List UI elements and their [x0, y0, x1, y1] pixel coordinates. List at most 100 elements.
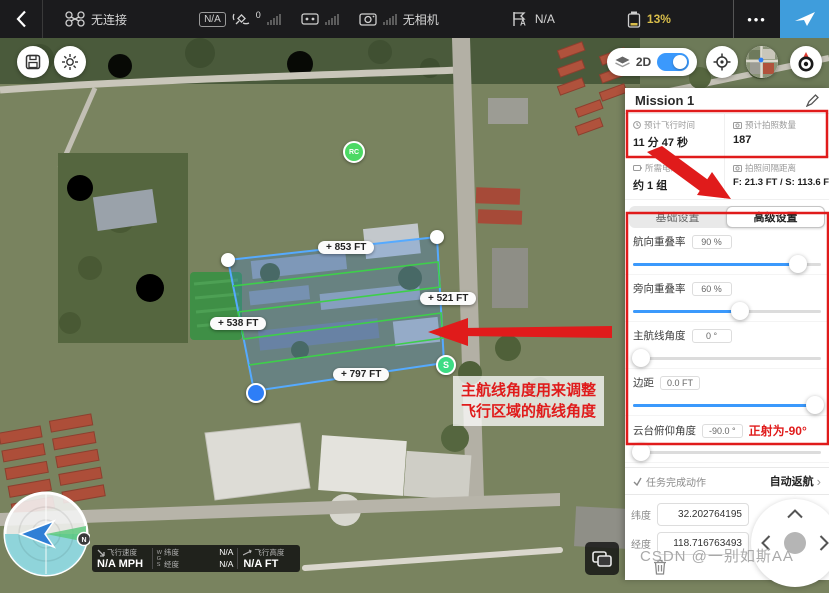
save-mission-button[interactable] — [17, 46, 49, 78]
edge-distance-label-bottom[interactable]: + 797 FT — [333, 368, 389, 381]
gps-satellite-count: 0 — [256, 10, 261, 20]
stat-flight-time: 预计飞行时间 11 分 47 秒 — [625, 114, 725, 157]
rc-signal-bars — [325, 13, 339, 25]
telemetry-lat-value: N/A — [219, 547, 233, 558]
satellite-icon — [232, 11, 250, 27]
map-mode-pill: 2D — [607, 48, 697, 76]
route-angle-slider[interactable] — [633, 349, 821, 367]
save-icon — [25, 54, 41, 70]
margin-value[interactable]: 0.0 FT — [660, 376, 700, 390]
map-layer-switch-button[interactable] — [585, 542, 619, 575]
photo-count-icon — [733, 121, 742, 129]
rc-marker-label: RC — [349, 149, 359, 156]
setting-course-overlap: 航向重叠率 90 % — [625, 228, 829, 275]
stat-battery-count: 所需电池数 约 1 组 — [625, 157, 725, 200]
north-badge: N — [81, 537, 86, 544]
nudge-up-button[interactable] — [786, 509, 804, 519]
margin-slider[interactable] — [633, 396, 821, 414]
drone-icon — [65, 11, 85, 27]
speed-arrow-icon — [97, 549, 105, 557]
annotation-line1: 主航线角度用来调整 — [461, 380, 596, 401]
camera-status: 无相机 — [403, 11, 439, 28]
mission-settings-button[interactable] — [54, 46, 86, 78]
crosshair-icon — [713, 53, 731, 71]
telemetry-speed: 飞行速度 N/A MPH — [92, 545, 152, 572]
latitude-field[interactable]: 32.202764195 — [657, 503, 749, 526]
slider-thumb[interactable] — [731, 302, 749, 320]
gear-icon — [61, 53, 79, 71]
slider-thumb[interactable] — [632, 443, 650, 461]
start-marker-label: S — [443, 360, 449, 370]
chevron-right-icon: › — [817, 474, 821, 489]
battery-icon — [627, 11, 641, 28]
gimbal-pitch-slider[interactable] — [633, 443, 821, 461]
slider-thumb[interactable] — [806, 396, 824, 414]
battery-percentage: 13% — [647, 12, 671, 26]
nudge-right-button[interactable] — [819, 534, 829, 552]
gimbal-annotation: 正射为-90° — [749, 422, 807, 439]
camera-signal-bars — [383, 13, 397, 25]
polygon-handle-bottom-left[interactable] — [246, 383, 266, 403]
edge-distance-label-right[interactable]: + 521 FT — [420, 292, 476, 305]
stat-photo-count: 预计拍照数量 187 — [725, 114, 829, 157]
annotation-line2: 飞行区域的航线角度 — [461, 401, 596, 422]
photo-interval-icon — [733, 164, 742, 172]
battery-count-icon — [633, 164, 642, 172]
wgs-s: S — [157, 562, 162, 568]
back-button[interactable] — [0, 0, 43, 38]
edit-pencil-icon[interactable] — [806, 94, 819, 107]
stat-flight-time-value: 11 分 47 秒 — [633, 134, 718, 150]
finish-action-row[interactable]: 任务完成动作 自动返航 › — [625, 467, 829, 495]
course-overlap-slider[interactable] — [633, 255, 821, 273]
setting-margin: 边距 0.0 FT — [625, 369, 829, 416]
setting-route-angle: 主航线角度 0 ° — [625, 322, 829, 369]
altitude-value: N/A FT — [243, 558, 295, 570]
locate-button[interactable] — [706, 46, 738, 78]
margin-label: 边距 — [633, 375, 654, 390]
course-overlap-value[interactable]: 90 % — [692, 235, 732, 249]
gimbal-pitch-label: 云台俯仰角度 — [633, 423, 696, 438]
coordinates-section: 纬度 32.202764195 经度 118.716763493 — [625, 495, 829, 593]
top-status-bar: 无连接 N/A 0 无相机 — [0, 0, 829, 38]
edge-distance-label-left[interactable]: + 538 FT — [210, 317, 266, 330]
polygon-handle-top-left[interactable] — [221, 253, 235, 267]
stat-photo-count-label: 预计拍照数量 — [745, 119, 796, 131]
finish-action-label: 任务完成动作 — [646, 474, 706, 489]
takeoff-plane-icon — [794, 9, 816, 29]
map-layers-icon — [592, 551, 612, 567]
side-overlap-slider[interactable] — [633, 302, 821, 320]
tab-advanced-settings[interactable]: 高级设置 — [726, 206, 825, 228]
more-options-button[interactable]: ••• — [733, 0, 780, 38]
route-start-marker: S — [436, 355, 456, 375]
tab-basic-settings[interactable]: 基础设置 — [629, 206, 726, 228]
point-nudge-dpad — [751, 499, 829, 587]
stat-photo-interval-label: 拍照间隔距离 — [745, 162, 796, 174]
clock-icon — [633, 121, 641, 129]
route-angle-label: 主航线角度 — [633, 328, 686, 343]
altitude-label: 飞行高度 — [254, 547, 284, 558]
slider-thumb[interactable] — [789, 255, 807, 273]
polygon-handle-top-right[interactable] — [430, 230, 444, 244]
telemetry-altitude: 飞行高度 N/A FT — [238, 545, 300, 572]
compass-icon — [795, 51, 817, 73]
side-overlap-value[interactable]: 60 % — [692, 282, 732, 296]
slider-thumb[interactable] — [632, 349, 650, 367]
stat-photo-interval: 拍照间隔距离 F: 21.3 FT / S: 113.6 FT — [725, 157, 829, 200]
telemetry-lat-label: 纬度 — [164, 547, 179, 558]
stat-battery-count-value: 约 1 组 — [633, 177, 718, 193]
remote-controller-icon — [301, 12, 319, 26]
route-angle-value[interactable]: 0 ° — [692, 329, 732, 343]
finish-action-icon — [633, 477, 642, 486]
minimap-button[interactable] — [746, 46, 778, 78]
stat-flight-time-label: 预计飞行时间 — [644, 119, 695, 131]
takeoff-button[interactable] — [780, 0, 829, 38]
gimbal-pitch-value[interactable]: -90.0 ° — [702, 424, 743, 438]
compass-reset-button[interactable] — [790, 46, 822, 78]
latitude-label: 纬度 — [631, 507, 653, 522]
map-2d-toggle[interactable] — [657, 53, 689, 71]
route-angle-annotation: 主航线角度用来调整 飞行区域的航线角度 — [453, 376, 604, 426]
course-overlap-label: 航向重叠率 — [633, 234, 686, 249]
layers-icon — [615, 56, 630, 69]
edge-distance-label-top[interactable]: + 853 FT — [318, 241, 374, 254]
gps-signal-bars — [267, 13, 281, 25]
